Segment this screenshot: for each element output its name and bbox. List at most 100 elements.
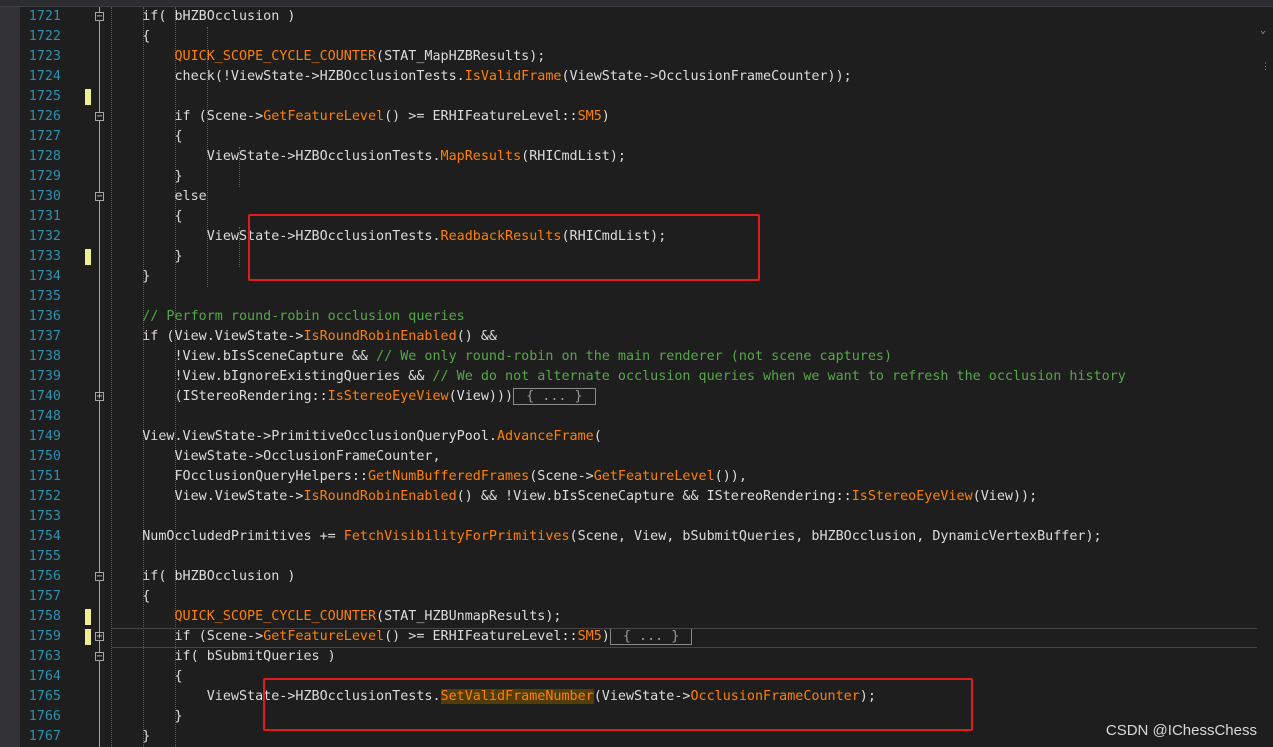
chevron-down-icon[interactable]: ⌄ — [1260, 25, 1266, 36]
code-text[interactable]: !View.bIgnoreExistingQueries && // We do… — [110, 367, 1125, 387]
code-line[interactable]: 1763 − if( bSubmitQueries ) — [0, 647, 1250, 667]
code-line[interactable]: 1735 — [0, 287, 1250, 307]
vertical-scrollbar[interactable]: ⌄ ⋮⋮ — [1257, 7, 1273, 747]
expand-icon[interactable]: + — [95, 632, 104, 642]
code-text[interactable]: { — [110, 587, 150, 607]
code-text[interactable]: QUICK_SCOPE_CYCLE_COUNTER(STAT_MapHZBRes… — [110, 47, 546, 67]
code-text[interactable]: !View.bIsSceneCapture && // We only roun… — [110, 347, 892, 367]
code-line[interactable]: 1728 ViewState->HZBOcclusionTests.MapRes… — [0, 147, 1250, 167]
change-marker — [85, 609, 91, 625]
line-number: 1763 — [28, 649, 61, 664]
code-line[interactable]: 1739 !View.bIgnoreExistingQueries && // … — [0, 367, 1250, 387]
code-line[interactable]: 1726 − if (Scene->GetFeatureLevel() >= ER… — [0, 107, 1250, 127]
code-text[interactable]: QUICK_SCOPE_CYCLE_COUNTER(STAT_HZBUnmapR… — [110, 607, 562, 627]
code-line[interactable]: 1729 } — [0, 167, 1250, 187]
code-text[interactable]: if( bHZBOcclusion ) — [110, 567, 295, 587]
line-number: 1729 — [28, 169, 61, 184]
callout-box-readback-results — [248, 214, 760, 281]
code-text[interactable]: } — [110, 707, 182, 727]
code-identifier: GetFeatureLevel — [263, 109, 385, 124]
code-line[interactable]: 1748 — [0, 407, 1250, 427]
code-line[interactable]: 1727 { — [0, 127, 1250, 147]
code-line[interactable]: 1725 — [0, 87, 1250, 107]
change-marker — [85, 89, 91, 105]
code-line[interactable]: 1754 NumOccludedPrimitives += FetchVisib… — [0, 527, 1250, 547]
code-text[interactable]: // Perform round-robin occlusion queries — [110, 307, 465, 327]
code-identifier: IsStereoEyeView — [327, 389, 449, 404]
code-text[interactable]: (IStereoRendering::IsStereoEyeView(View)… — [110, 387, 596, 407]
code-line[interactable]: 1738 !View.bIsSceneCapture && // We only… — [0, 347, 1250, 367]
line-number: 1723 — [28, 49, 61, 64]
code-line[interactable]: 1736 // Perform round-robin occlusion qu… — [0, 307, 1250, 327]
code-text[interactable]: else — [110, 187, 206, 207]
code-text[interactable]: { — [110, 207, 182, 227]
line-number: 1759 — [28, 629, 61, 644]
code-text[interactable]: { — [110, 667, 182, 687]
code-line[interactable]: 1750 ViewState->OcclusionFrameCounter, — [0, 447, 1250, 467]
collapse-icon[interactable]: − — [95, 12, 104, 22]
code-text[interactable]: FOcclusionQueryHelpers::GetNumBufferedFr… — [110, 467, 746, 487]
line-number: 1724 — [28, 69, 61, 84]
code-text[interactable]: View.ViewState->IsRoundRobinEnabled() &&… — [110, 487, 1037, 507]
code-line[interactable]: 1724 check(!ViewState->HZBOcclusionTests… — [0, 67, 1250, 87]
code-text[interactable]: check(!ViewState->HZBOcclusionTests.IsVa… — [110, 67, 851, 87]
code-line[interactable]: 1755 — [0, 547, 1250, 567]
code-text[interactable]: } — [110, 247, 182, 267]
splitter-grip-icon[interactable]: ⋮⋮ — [1261, 63, 1273, 79]
code-text[interactable]: ViewState->OcclusionFrameCounter, — [110, 447, 440, 467]
line-number: 1752 — [28, 489, 61, 504]
line-number: 1764 — [28, 669, 61, 684]
code-line[interactable]: 1749 View.ViewState->PrimitiveOcclusionQ… — [0, 427, 1250, 447]
line-number: 1735 — [28, 289, 61, 304]
code-token: View.ViewState-> — [110, 489, 304, 504]
code-editor[interactable]: 1721− if( bHZBOcclusion ) 1722 {1723 QUIC… — [0, 7, 1273, 747]
code-text[interactable]: if (Scene->GetFeatureLevel() >= ERHIFeat… — [110, 107, 609, 127]
code-text[interactable]: View.ViewState->PrimitiveOcclusionQueryP… — [110, 427, 602, 447]
code-line[interactable]: 1737 if (View.ViewState->IsRoundRobinEna… — [0, 327, 1250, 347]
code-line[interactable]: 1757 { — [0, 587, 1250, 607]
code-line[interactable]: 1753 — [0, 507, 1250, 527]
code-line[interactable]: 1721 − if( bHZBOcclusion ) — [0, 7, 1250, 27]
collapse-icon[interactable]: − — [95, 192, 104, 202]
code-text[interactable]: } — [110, 727, 150, 747]
collapse-icon[interactable]: − — [95, 572, 104, 582]
code-line[interactable]: 1751 FOcclusionQueryHelpers::GetNumBuffe… — [0, 467, 1250, 487]
code-text[interactable]: if (View.ViewState->IsRoundRobinEnabled(… — [110, 327, 497, 347]
code-line[interactable]: 1756 − if( bHZBOcclusion ) — [0, 567, 1250, 587]
watermark: CSDN @IChessChess — [1105, 722, 1257, 739]
line-number: 1733 — [28, 249, 61, 264]
code-token: () && — [456, 329, 497, 344]
code-text[interactable]: NumOccludedPrimitives += FetchVisibility… — [110, 527, 1101, 547]
code-token: (STAT_HZBUnmapResults); — [376, 609, 562, 624]
code-token: () && !View.bIsSceneCapture && IStereoRe… — [456, 489, 852, 504]
code-comment: // We only round-robin on the main rende… — [376, 349, 893, 364]
line-number: 1748 — [28, 409, 61, 424]
collapsed-region[interactable]: { ... } — [513, 388, 596, 405]
code-token: ViewState->HZBOcclusionTests. — [110, 149, 441, 164]
code-line[interactable]: 1740 + (IStereoRendering::IsStereoEyeView… — [0, 387, 1250, 407]
code-token: (!ViewState->HZBOcclusionTests. — [214, 69, 465, 84]
expand-icon[interactable]: + — [95, 392, 104, 402]
line-number: 1734 — [28, 269, 61, 284]
code-token: if( bHZBOcclusion ) — [110, 569, 296, 584]
code-line[interactable]: 1752 View.ViewState->IsRoundRobinEnabled… — [0, 487, 1250, 507]
code-line[interactable]: 1758 QUICK_SCOPE_CYCLE_COUNTER(STAT_HZBU… — [0, 607, 1250, 627]
code-token: () >= ERHIFeatureLevel:: — [384, 109, 578, 124]
code-text[interactable]: } — [110, 267, 150, 287]
code-text[interactable]: if( bHZBOcclusion ) — [110, 7, 295, 27]
code-line[interactable]: 1722 { — [0, 27, 1250, 47]
code-text[interactable]: { — [110, 27, 150, 47]
collapse-icon[interactable]: − — [95, 652, 104, 662]
code-text[interactable]: if( bSubmitQueries ) — [110, 647, 335, 667]
code-line[interactable]: 1730 − else — [0, 187, 1250, 207]
code-text[interactable]: { — [110, 127, 182, 147]
code-identifier: QUICK_SCOPE_CYCLE_COUNTER — [174, 609, 377, 624]
code-identifier: AdvanceFrame — [496, 429, 594, 444]
code-line[interactable]: 1723 QUICK_SCOPE_CYCLE_COUNTER(STAT_MapH… — [0, 47, 1250, 67]
code-token: } — [110, 169, 183, 184]
code-text[interactable]: ViewState->HZBOcclusionTests.MapResults(… — [110, 147, 626, 167]
code-text[interactable]: } — [110, 167, 183, 187]
collapse-icon[interactable]: − — [95, 112, 104, 122]
